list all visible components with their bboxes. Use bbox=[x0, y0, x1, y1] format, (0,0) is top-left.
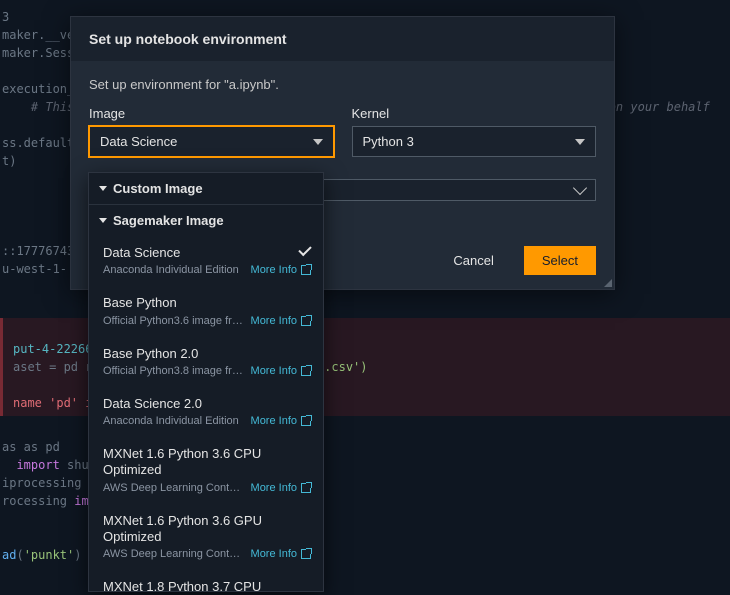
dropdown-group-label: Custom Image bbox=[113, 181, 203, 196]
dropdown-item-sub: Official Python3.8 image fro… bbox=[103, 365, 245, 377]
more-info-link[interactable]: More Info bbox=[251, 482, 311, 494]
dropdown-item-sub: AWS Deep Learning Containe… bbox=[103, 482, 245, 494]
image-dropdown-panel[interactable]: Custom Image Sagemaker Image Data Scienc… bbox=[88, 172, 324, 592]
dropdown-item-sub: AWS Deep Learning Containe… bbox=[103, 548, 245, 560]
modal-title: Set up notebook environment bbox=[89, 31, 596, 47]
dropdown-item[interactable]: Base Python 2.0 Official Python3.8 image… bbox=[89, 337, 323, 387]
more-info-link[interactable]: More Info bbox=[251, 415, 311, 427]
dropdown-item-title: MXNet 1.6 Python 3.6 GPU Optimized bbox=[103, 513, 311, 546]
dropdown-item-title: Data Science bbox=[103, 245, 311, 261]
kernel-select[interactable]: Python 3 bbox=[352, 126, 597, 157]
external-link-icon bbox=[301, 416, 311, 426]
chevron-down-icon bbox=[575, 139, 585, 145]
modal-header: Set up notebook environment bbox=[71, 17, 614, 61]
dropdown-item-title: Base Python bbox=[103, 295, 311, 311]
resize-handle-icon[interactable] bbox=[602, 277, 612, 287]
more-info-link[interactable]: More Info bbox=[251, 365, 311, 377]
dropdown-item-sub: Anaconda Individual Edition bbox=[103, 264, 245, 276]
image-select[interactable]: Data Science bbox=[89, 126, 334, 157]
chevron-down-icon bbox=[313, 139, 323, 145]
dropdown-item[interactable]: Base Python Official Python3.6 image fro… bbox=[89, 286, 323, 336]
image-select-value: Data Science bbox=[100, 134, 177, 149]
cancel-button[interactable]: Cancel bbox=[435, 246, 511, 275]
external-link-icon bbox=[301, 366, 311, 376]
dropdown-group-label: Sagemaker Image bbox=[113, 213, 224, 228]
more-info-link[interactable]: More Info bbox=[251, 548, 311, 560]
more-info-link[interactable]: More Info bbox=[251, 315, 311, 327]
dropdown-item-title: Data Science 2.0 bbox=[103, 396, 311, 412]
dropdown-item-title: MXNet 1.8 Python 3.7 CPU Optimized bbox=[103, 579, 311, 592]
dropdown-item-sub: Official Python3.6 image fro… bbox=[103, 315, 245, 327]
caret-down-icon bbox=[99, 218, 107, 223]
kernel-label: Kernel bbox=[352, 106, 597, 121]
kernel-select-value: Python 3 bbox=[363, 134, 414, 149]
dropdown-group-custom[interactable]: Custom Image bbox=[89, 173, 323, 204]
dropdown-item[interactable]: MXNet 1.8 Python 3.7 CPU Optimized AWS D… bbox=[89, 570, 323, 592]
select-button[interactable]: Select bbox=[524, 246, 596, 275]
chevron-down-icon bbox=[573, 181, 587, 195]
dropdown-item[interactable]: Data Science Anaconda Individual Edition… bbox=[89, 236, 323, 286]
dropdown-item-sub: Anaconda Individual Edition bbox=[103, 415, 245, 427]
dropdown-item[interactable]: Data Science 2.0 Anaconda Individual Edi… bbox=[89, 387, 323, 437]
external-link-icon bbox=[301, 265, 311, 275]
dropdown-item[interactable]: MXNet 1.6 Python 3.6 GPU Optimized AWS D… bbox=[89, 504, 323, 571]
dropdown-item[interactable]: MXNet 1.6 Python 3.6 CPU Optimized AWS D… bbox=[89, 437, 323, 504]
dropdown-item-title: MXNet 1.6 Python 3.6 CPU Optimized bbox=[103, 446, 311, 479]
dropdown-group-sagemaker[interactable]: Sagemaker Image bbox=[89, 204, 323, 236]
external-link-icon bbox=[301, 316, 311, 326]
more-info-link[interactable]: More Info bbox=[251, 264, 311, 276]
image-label: Image bbox=[89, 106, 334, 121]
caret-down-icon bbox=[99, 186, 107, 191]
external-link-icon bbox=[301, 549, 311, 559]
modal-description: Set up environment for "a.ipynb". bbox=[89, 61, 596, 106]
dropdown-item-title: Base Python 2.0 bbox=[103, 346, 311, 362]
external-link-icon bbox=[301, 483, 311, 493]
